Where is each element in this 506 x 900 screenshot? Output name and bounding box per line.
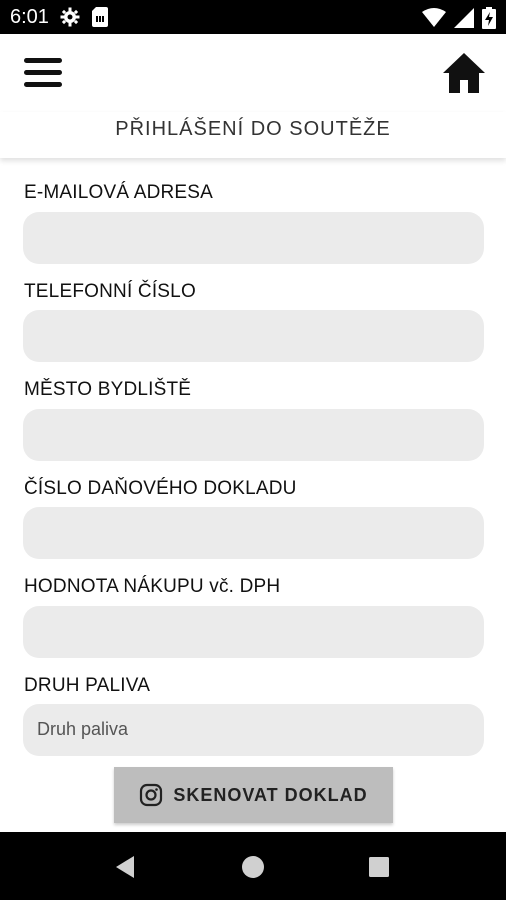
wifi-icon [422, 8, 446, 27]
fuel-type-selected: Druh paliva [37, 719, 129, 739]
battery-charging-icon [482, 7, 496, 29]
sim-card-icon [92, 7, 108, 27]
home-button[interactable] [442, 52, 486, 94]
hamburger-line [24, 70, 62, 75]
scan-receipt-label: SKENOVAT DOKLAD [173, 784, 368, 805]
home-icon [443, 53, 485, 93]
back-icon [116, 856, 134, 878]
home-circle-icon [242, 856, 264, 878]
hamburger-line [24, 82, 62, 87]
navigation-bar [0, 832, 506, 900]
status-right-icons [422, 7, 496, 29]
purchase-value-label: HODNOTA NÁKUPU vč. DPH [24, 576, 281, 597]
menu-button[interactable] [24, 56, 64, 90]
scan-receipt-button[interactable]: SKENOVAT DOKLAD [114, 767, 393, 823]
receipt-number-field[interactable] [23, 507, 484, 559]
phone-label: TELEFONNÍ ČÍSLO [24, 281, 196, 302]
signal-icon [454, 8, 474, 28]
status-time: 6:01 [10, 6, 49, 28]
phone-field[interactable] [23, 310, 484, 362]
receipt-number-label: ČÍSLO DAŇOVÉHO DOKLADU [24, 478, 297, 499]
city-field[interactable] [23, 409, 484, 461]
recents-icon [369, 857, 389, 877]
nav-recents-button[interactable] [364, 852, 394, 882]
nav-back-button[interactable] [110, 852, 140, 882]
fuel-type-select[interactable]: Druh paliva [23, 704, 484, 756]
status-bar: 6:01 [0, 0, 506, 34]
hamburger-menu-icon [24, 58, 62, 63]
city-label: MĚSTO BYDLIŠTĚ [24, 379, 192, 400]
status-left-icons [60, 7, 108, 27]
email-field[interactable] [23, 212, 484, 264]
nav-home-button[interactable] [238, 852, 268, 882]
page-title: PŘIHLÁŠENÍ DO SOUTĚŽE [115, 118, 391, 140]
purchase-value-field[interactable] [23, 606, 484, 658]
fuel-type-label: DRUH PALIVA [24, 675, 151, 696]
settings-icon [60, 7, 80, 27]
camera-icon [140, 783, 163, 807]
app-bar [0, 34, 506, 112]
email-label: E-MAILOVÁ ADRESA [24, 182, 214, 203]
title-bar: PŘIHLÁŠENÍ DO SOUTĚŽE [0, 112, 506, 158]
